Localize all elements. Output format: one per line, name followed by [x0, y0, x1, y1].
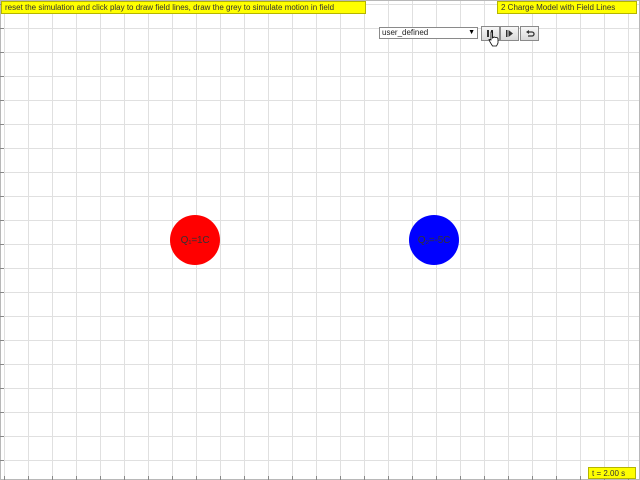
- reset-button[interactable]: [520, 26, 539, 41]
- bottom-axis-ticks: [0, 476, 640, 480]
- charge-q1-label: Q₁=1C: [180, 234, 210, 246]
- model-select-value: user_defined: [382, 28, 429, 37]
- left-axis-ticks: [0, 0, 4, 480]
- charge-q2-label: Q₂=-5C: [417, 234, 451, 246]
- mouse-cursor-icon: [488, 31, 499, 47]
- model-select[interactable]: user_defined ▼: [379, 27, 478, 39]
- step-forward-button[interactable]: [500, 26, 519, 41]
- step-forward-icon: [506, 30, 513, 37]
- reset-icon: [525, 29, 535, 37]
- charge-q1[interactable]: Q₁=1C: [170, 215, 220, 265]
- dropdown-arrow-icon: ▼: [468, 29, 475, 36]
- simulation-canvas[interactable]: [0, 0, 640, 480]
- instruction-banner: reset the simulation and click play to d…: [1, 1, 366, 14]
- time-display: t = 2.00 s: [588, 467, 636, 479]
- charge-q2[interactable]: Q₂=-5C: [409, 215, 459, 265]
- model-title: 2 Charge Model with Field Lines: [497, 1, 637, 14]
